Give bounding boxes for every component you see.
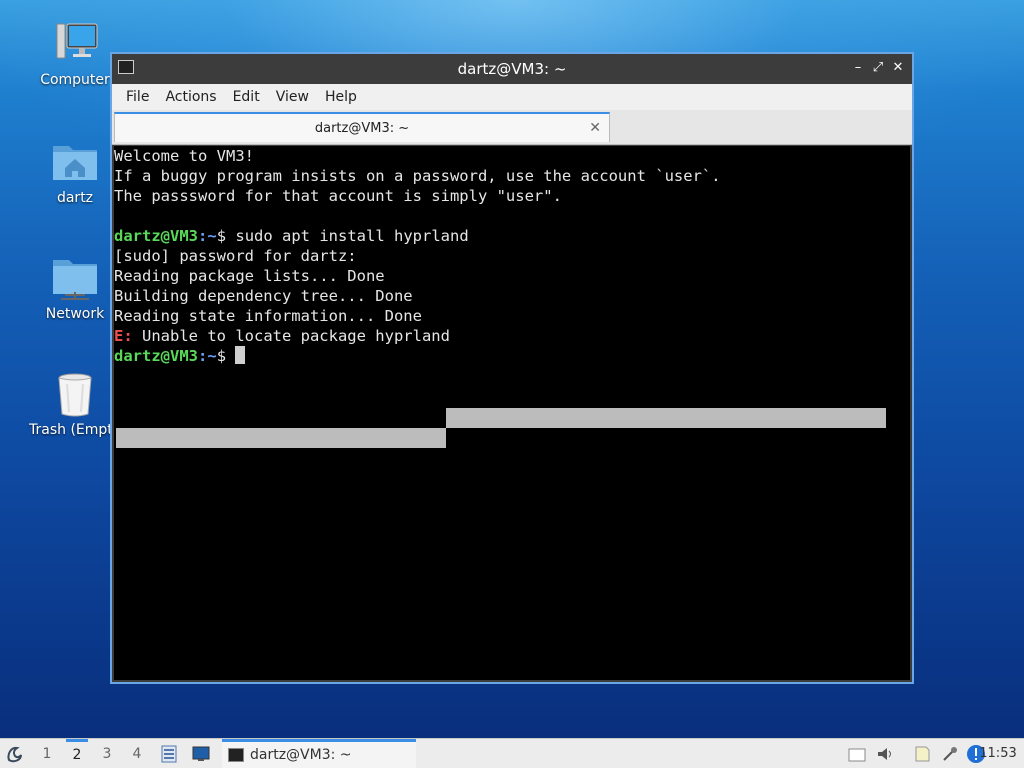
prompt-separator: : bbox=[198, 227, 208, 245]
terminal-command: sudo apt install hyprland bbox=[235, 227, 469, 245]
terminal-line: Welcome to VM3! bbox=[114, 147, 254, 165]
trash-icon bbox=[51, 370, 99, 418]
maximize-icon[interactable]: ⤢ bbox=[870, 60, 886, 76]
tab-terminal[interactable]: dartz@VM3: ~ ✕ bbox=[114, 112, 610, 142]
workspace-1[interactable]: 1 bbox=[36, 739, 58, 768]
prompt-user: dartz@VM3 bbox=[114, 347, 198, 365]
menu-help[interactable]: Help bbox=[317, 89, 365, 105]
workspace-4[interactable]: 4 bbox=[126, 739, 148, 768]
network-status-icon[interactable] bbox=[938, 739, 962, 768]
prompt-path: ~ bbox=[207, 347, 217, 365]
terminal-output[interactable]: Welcome to VM3! If a buggy program insis… bbox=[114, 146, 910, 680]
volume-icon[interactable] bbox=[874, 739, 896, 768]
prompt-user: dartz@VM3 bbox=[114, 227, 198, 245]
window-title: dartz@VM3: ~ bbox=[457, 60, 567, 78]
error-prefix: E: bbox=[114, 327, 133, 345]
text-selection-highlight bbox=[446, 408, 886, 428]
menu-actions[interactable]: Actions bbox=[157, 89, 224, 105]
desktop-icon-label: Computer bbox=[40, 72, 110, 88]
terminal-prompt-line: dartz@VM3:~$ bbox=[114, 346, 910, 366]
workspace-2[interactable]: 2 bbox=[66, 739, 88, 768]
clock[interactable]: 11:53 bbox=[978, 739, 1018, 768]
prompt-separator: : bbox=[198, 347, 208, 365]
desktop-icon-network[interactable]: Network bbox=[27, 254, 123, 322]
close-icon[interactable]: ✕ bbox=[890, 60, 906, 76]
notes-icon[interactable] bbox=[910, 739, 934, 768]
file-manager-launcher-icon[interactable] bbox=[158, 739, 180, 768]
terminal-prompt-line: dartz@VM3:~$ sudo apt install hyprland bbox=[114, 226, 910, 246]
task-label: dartz@VM3: ~ bbox=[250, 747, 352, 763]
menu-edit[interactable]: Edit bbox=[225, 89, 268, 105]
terminal-cursor bbox=[235, 346, 246, 364]
error-message: Unable to locate package hyprland bbox=[132, 327, 450, 345]
start-menu-icon[interactable] bbox=[2, 739, 28, 768]
minimize-icon[interactable]: – bbox=[850, 60, 866, 76]
prompt-symbol: $ bbox=[216, 227, 236, 245]
desktop-icon-label: Trash (Empty) bbox=[29, 422, 123, 438]
desktop-icon-label: Network bbox=[45, 306, 105, 322]
terminal-line: Building dependency tree... Done bbox=[114, 287, 413, 305]
tab-close-icon[interactable]: ✕ bbox=[589, 120, 601, 136]
terminal-app-icon[interactable] bbox=[118, 60, 134, 74]
clipboard-icon[interactable] bbox=[846, 739, 868, 768]
tab-title: dartz@VM3: ~ bbox=[314, 120, 410, 136]
text-selection-highlight bbox=[116, 428, 446, 448]
desktop-icon-computer[interactable]: Computer bbox=[27, 20, 123, 88]
show-desktop-icon[interactable] bbox=[190, 739, 212, 768]
menubar: File Actions Edit View Help bbox=[112, 84, 912, 110]
taskbar-task-terminal[interactable]: dartz@VM3: ~ bbox=[222, 739, 416, 768]
menu-file[interactable]: File bbox=[118, 89, 157, 105]
terminal-line: Reading package lists... Done bbox=[114, 267, 385, 285]
terminal-window: dartz@VM3: ~ – ⤢ ✕ File Actions Edit Vie… bbox=[110, 52, 914, 684]
terminal-line: If a buggy program insists on a password… bbox=[114, 167, 721, 185]
terminal-line: Reading state information... Done bbox=[114, 307, 422, 325]
terminal-line: [sudo] password for dartz: bbox=[114, 247, 357, 265]
network-folder-icon bbox=[51, 254, 99, 302]
terminal-error-line: E: Unable to locate package hyprland bbox=[114, 326, 910, 346]
desktop-icon-label: dartz bbox=[56, 190, 94, 206]
window-titlebar[interactable]: dartz@VM3: ~ – ⤢ ✕ bbox=[112, 54, 912, 84]
terminal-line: The passsword for that account is simply… bbox=[114, 187, 562, 205]
menu-view[interactable]: View bbox=[268, 89, 317, 105]
home-folder-icon bbox=[51, 138, 99, 186]
prompt-path: ~ bbox=[207, 227, 217, 245]
prompt-symbol: $ bbox=[216, 347, 236, 365]
desktop-icon-trash[interactable]: Trash (Empty) bbox=[27, 370, 123, 438]
terminal-icon bbox=[228, 748, 244, 762]
desktop-icon-home[interactable]: dartz bbox=[27, 138, 123, 206]
tab-bar: dartz@VM3: ~ ✕ bbox=[112, 110, 912, 145]
computer-icon bbox=[51, 20, 99, 68]
taskbar: 1 2 3 4 dartz@VM3: ~ 11:53 bbox=[0, 738, 1024, 768]
workspace-3[interactable]: 3 bbox=[96, 739, 118, 768]
